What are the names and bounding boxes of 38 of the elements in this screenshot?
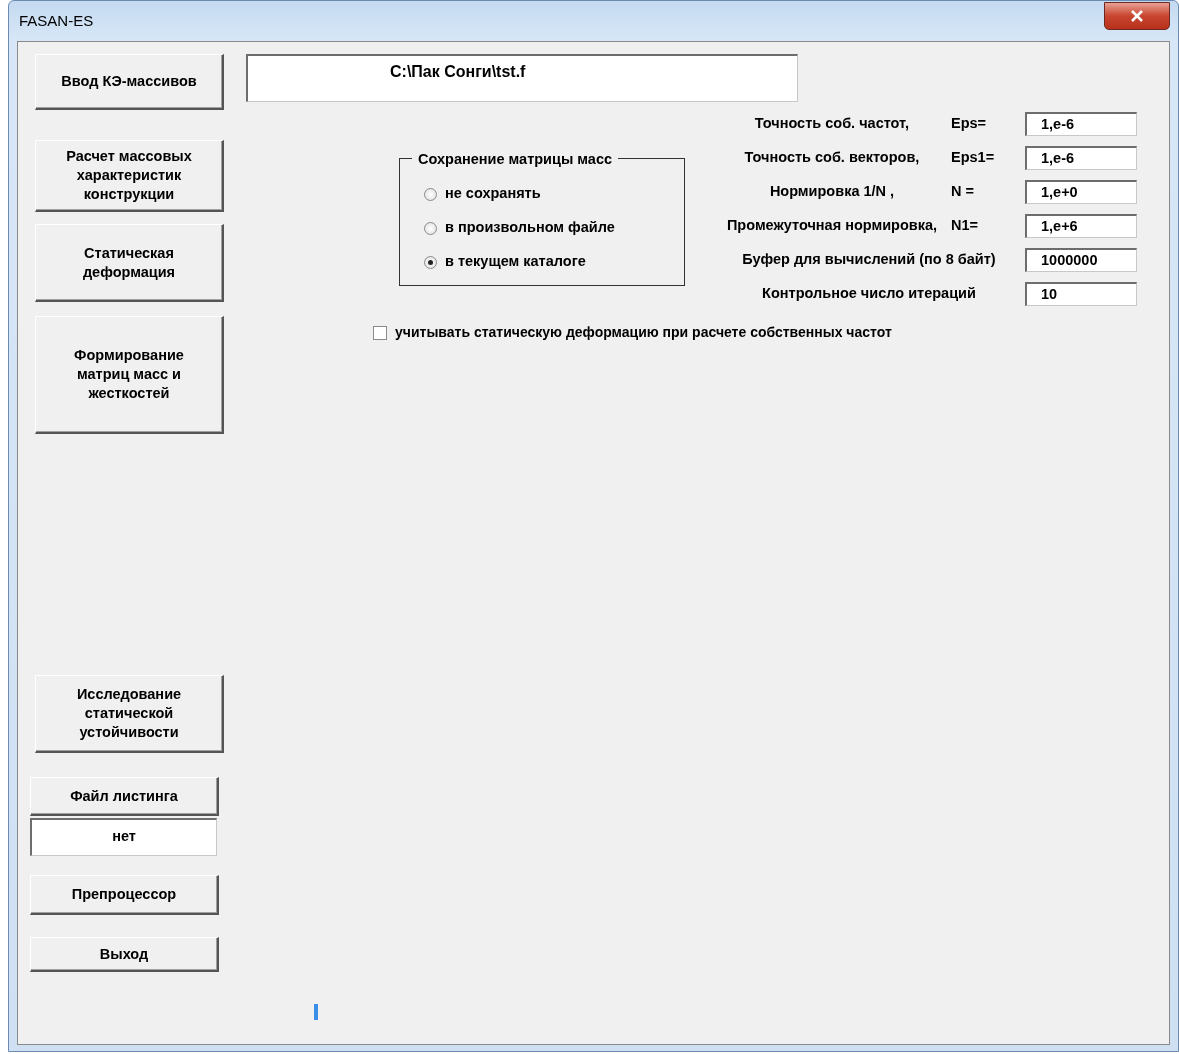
checkbox-label: учитывать статическую деформацию при расчете собственных частот — [395, 323, 892, 342]
window-title: FASAN-ES — [18, 10, 94, 31]
caret-mark — [314, 1004, 318, 1020]
parameter-symbol: N1= — [951, 216, 979, 236]
path-field[interactable]: C:\Пак Сонги\tst.f — [246, 54, 798, 102]
listing-field[interactable]: нет — [30, 818, 217, 856]
parameter-label: Точность соб. частот, — [753, 114, 911, 134]
nav-button[interactable]: Статическая деформация — [35, 224, 224, 302]
nav-button[interactable]: Исследование статической устойчивости — [35, 675, 224, 753]
parameter-label: Промежуточная нормировка, — [725, 216, 939, 236]
nav-button[interactable]: Ввод КЭ-массивов — [35, 54, 224, 110]
value-field[interactable]: 1,e+0 — [1025, 180, 1137, 204]
value-field[interactable]: 1,e+6 — [1025, 214, 1137, 238]
parameter-symbol: Eps1= — [951, 148, 996, 168]
parameter-label: Контрольное число итераций — [761, 284, 977, 304]
radio-label: в текущем каталоге — [445, 252, 586, 272]
radio-button[interactable] — [424, 221, 437, 235]
parameter-label: Буфер для вычислений (по 8 байт) — [741, 250, 997, 270]
radio-label: в произвольном файле — [445, 218, 615, 238]
close-icon — [1130, 10, 1144, 22]
listing-button[interactable]: Файл листинга — [30, 777, 219, 816]
command-button[interactable]: Выход — [30, 937, 219, 972]
parameter-label: Точность соб. векторов, — [743, 148, 921, 168]
nav-button[interactable]: Расчет массовых характеристик конструкции — [35, 140, 224, 212]
parameter-symbol: Eps= — [951, 114, 988, 134]
radio-label: не сохранять — [445, 184, 541, 204]
value-field[interactable]: 1,e-6 — [1025, 112, 1137, 136]
value-field[interactable]: 1000000 — [1025, 248, 1137, 272]
value-field[interactable]: 1,e-6 — [1025, 146, 1137, 170]
radio-button[interactable] — [424, 187, 437, 201]
close-button[interactable] — [1104, 2, 1170, 30]
nav-button[interactable]: Формирование матриц масс и жесткостей — [35, 316, 224, 434]
value-field[interactable]: 10 — [1025, 282, 1137, 306]
radio-button[interactable] — [424, 255, 437, 269]
parameter-label: Нормировка 1/N , — [768, 182, 896, 202]
parameter-symbol: N = — [951, 182, 975, 202]
checkbox[interactable] — [373, 325, 387, 340]
command-button[interactable]: Препроцессор — [30, 875, 219, 915]
